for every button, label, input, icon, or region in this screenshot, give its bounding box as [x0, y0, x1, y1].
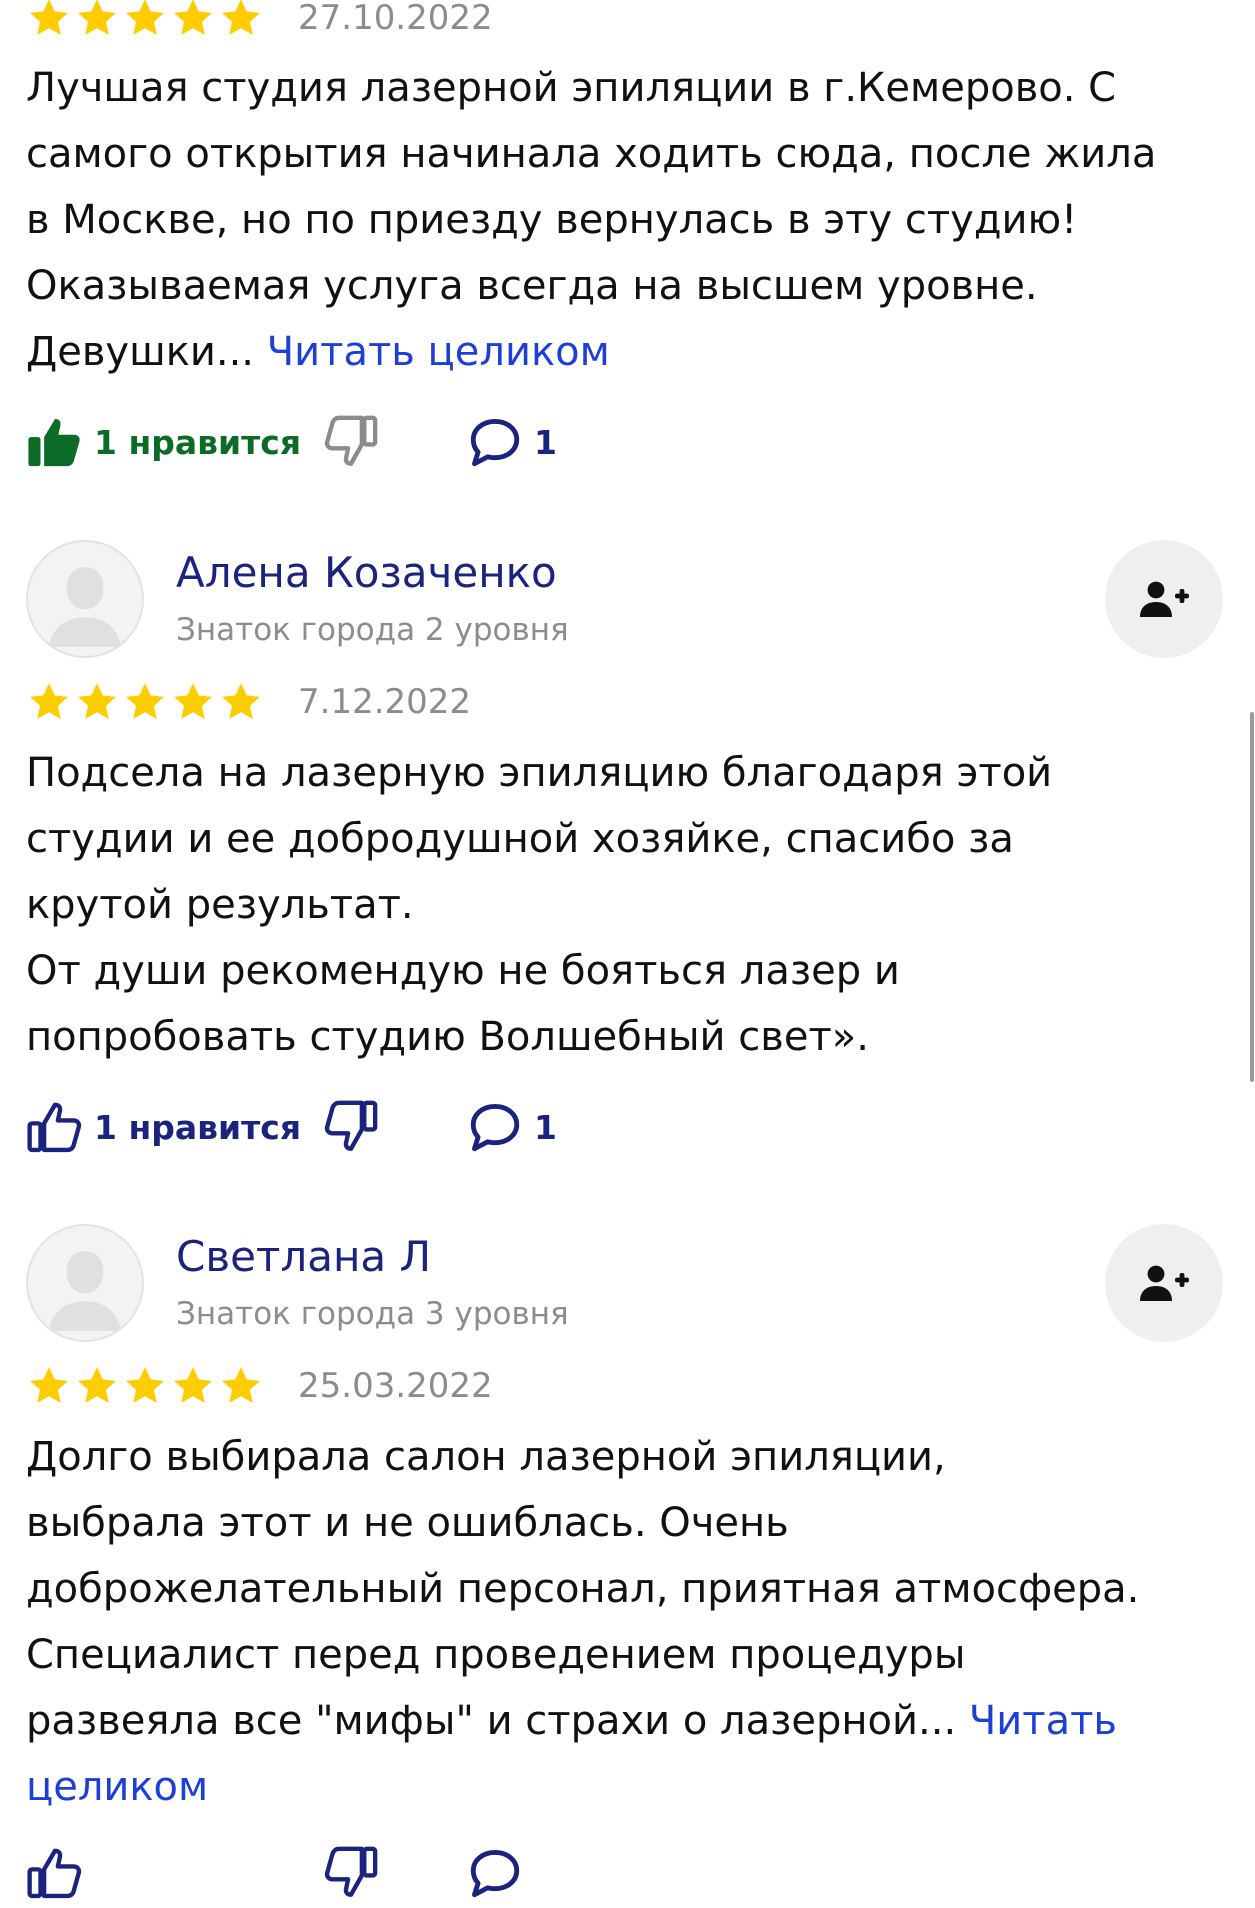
review-text-line: Подсела на лазерную эпиляцию благодаря э… — [26, 750, 1053, 796]
likes-count: 1 нравится — [94, 1107, 302, 1147]
review-text-tail: Девушки... — [26, 329, 255, 375]
add-user-icon — [1140, 1265, 1189, 1301]
review-text-line: Специалист перед проведением процедуры — [26, 1632, 966, 1678]
comment-icon — [470, 1850, 520, 1898]
star-icon — [78, 1367, 116, 1403]
thumbs-down-icon — [324, 415, 378, 466]
star-icon — [126, 1367, 164, 1403]
star-icon — [222, 0, 260, 35]
read-more-link[interactable]: Читать целиком — [267, 329, 610, 375]
comments-button[interactable]: 1 — [466, 1092, 557, 1162]
like-button[interactable]: 1 нравится — [26, 407, 301, 477]
thumbs-down-icon — [324, 1100, 378, 1151]
review-text: Подсела на лазерную эпиляцию благодаря э… — [26, 740, 1236, 1070]
review-text-tail: развеяла все "мифы" и страхи о лазерной.… — [26, 1698, 957, 1744]
thumbs-up-icon — [27, 1102, 82, 1153]
review-date: 25.03.2022 — [298, 1366, 493, 1406]
reviews-feed: 27.10.2022 Лучшая студия лазерной эпиляц… — [0, 0, 1255, 1899]
star-icon — [30, 1367, 68, 1403]
review-text-line: в Москве, но по приезду вернулась в эту … — [26, 197, 1078, 243]
review-text-line: Лучшая студия лазерной эпиляции в г.Кеме… — [26, 65, 1117, 111]
star-icon — [222, 1367, 260, 1403]
review-text-line: доброжелательный персонал, приятная атмо… — [26, 1566, 1140, 1612]
star-icon — [30, 0, 68, 35]
rating-stars — [26, 0, 264, 40]
rating-stars — [26, 1364, 264, 1408]
subscribe-button[interactable] — [1105, 1224, 1223, 1342]
default-avatar-icon — [28, 1226, 142, 1340]
review-text-line: Оказываемая услуга всегда на высшем уров… — [26, 263, 1038, 309]
comments-count: 1 — [534, 1107, 557, 1147]
comments-button[interactable]: 1 — [466, 407, 557, 477]
likes-count: 1 нравится — [94, 422, 302, 462]
thumbs-up-filled-icon — [28, 419, 80, 467]
subscribe-button[interactable] — [1105, 540, 1223, 658]
author-name[interactable]: Алена Козаченко — [176, 548, 557, 597]
comments-button[interactable] — [466, 1838, 524, 1908]
review-text: Долго выбирала салон лазерной эпиляции, … — [26, 1424, 1236, 1820]
comments-count: 1 — [534, 422, 557, 462]
dislike-button[interactable] — [322, 407, 380, 477]
review-text-line: выбрала этот и не ошиблась. Очень — [26, 1500, 789, 1546]
thumbs-up-icon — [27, 1848, 82, 1899]
star-icon — [30, 683, 68, 719]
add-user-icon — [1140, 581, 1189, 617]
author-level: Знаток города 3 уровня — [176, 1296, 569, 1332]
comment-icon — [470, 419, 520, 467]
read-more-link-cont[interactable]: целиком — [26, 1764, 208, 1810]
like-button[interactable] — [26, 1838, 84, 1908]
avatar[interactable] — [26, 1224, 144, 1342]
dislike-button[interactable] — [322, 1838, 380, 1908]
review-date: 27.10.2022 — [298, 0, 493, 38]
star-icon — [174, 683, 212, 719]
scrollbar[interactable] — [1250, 712, 1254, 1082]
review-text-line: развеяла все "мифы" и страхи о лазерной.… — [26, 1688, 1236, 1754]
dislike-button[interactable] — [322, 1092, 380, 1162]
review-text-line: От души рекомендую не бояться лазер и — [26, 948, 900, 994]
star-icon — [78, 683, 116, 719]
star-icon — [126, 0, 164, 35]
review-text-line: целиком — [26, 1754, 1236, 1820]
rating-stars — [26, 680, 264, 724]
default-avatar-icon — [28, 542, 142, 656]
author-level: Знаток города 2 уровня — [176, 612, 569, 648]
star-icon — [222, 683, 260, 719]
read-more-link[interactable]: Читать — [969, 1698, 1117, 1744]
star-icon — [174, 1367, 212, 1403]
review-text-line: студии и ее добродушной хозяйке, спасибо… — [26, 816, 1014, 862]
review-text-line: Долго выбирала салон лазерной эпиляции, — [26, 1434, 946, 1480]
author-name[interactable]: Светлана Л — [176, 1232, 431, 1281]
review-text-line: крутой результат. — [26, 882, 414, 928]
like-button[interactable]: 1 нравится — [26, 1092, 301, 1162]
review-text-line: попробовать студию Волшебный свет». — [26, 1014, 869, 1060]
star-icon — [174, 0, 212, 35]
avatar[interactable] — [26, 540, 144, 658]
star-icon — [126, 683, 164, 719]
comment-icon — [470, 1104, 520, 1152]
star-icon — [78, 0, 116, 35]
review-date: 7.12.2022 — [298, 682, 472, 722]
review-text: Лучшая студия лазерной эпиляции в г.Кеме… — [26, 55, 1236, 385]
thumbs-down-icon — [324, 1846, 378, 1897]
review-text-line: самого открытия начинала ходить сюда, по… — [26, 131, 1157, 177]
review-text-line: Девушки... Читать целиком — [26, 319, 1236, 385]
